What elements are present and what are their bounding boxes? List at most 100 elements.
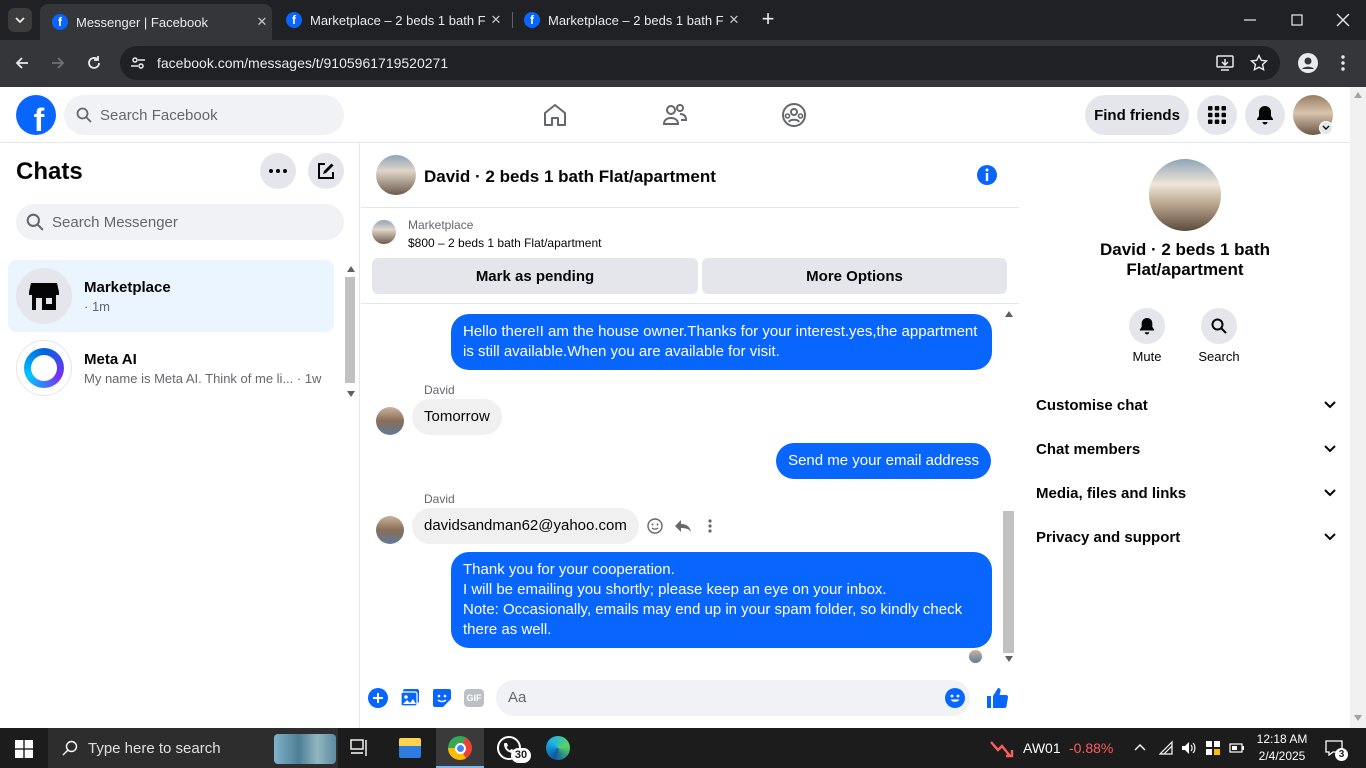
bookmark-star-icon[interactable] (1250, 54, 1268, 72)
add-attachment-icon[interactable] (368, 688, 388, 708)
notifications-button[interactable] (1245, 95, 1285, 135)
home-icon[interactable] (542, 103, 568, 127)
scroll-up-arrow-icon[interactable] (347, 266, 355, 272)
chat-preview: · 1m (84, 298, 110, 314)
chat-options-button[interactable] (260, 153, 296, 189)
groups-icon[interactable] (781, 102, 807, 128)
address-bar[interactable]: facebook.com/messages/t/9105961719520271 (120, 46, 1280, 80)
taskbar-chrome-active[interactable] (436, 728, 484, 768)
section-chat-members[interactable]: Chat members (1036, 427, 1336, 471)
reply-icon[interactable] (674, 518, 692, 534)
section-media-files-links[interactable]: Media, files and links (1036, 471, 1336, 515)
scroll-down-arrow-icon[interactable] (1005, 656, 1013, 662)
stock-name[interactable]: AW01 (1023, 740, 1061, 756)
tab-search-button[interactable] (8, 8, 32, 32)
tab-messenger[interactable]: f Messenger | Facebook ✕ (40, 4, 272, 40)
volume-icon[interactable] (1181, 740, 1197, 756)
sticker-icon[interactable] (432, 688, 452, 708)
find-friends-button[interactable]: Find friends (1085, 95, 1189, 135)
account-chevron[interactable] (1319, 121, 1333, 135)
more-options-button[interactable]: More Options (702, 258, 1007, 294)
messenger-search-input[interactable]: Search Messenger (16, 204, 344, 240)
edge-icon[interactable] (546, 736, 570, 760)
close-tab-icon[interactable]: ✕ (252, 14, 272, 30)
tab-marketplace-1[interactable]: f Marketplace – 2 beds 1 bath Fla ✕ (274, 0, 506, 40)
reload-icon[interactable] (86, 55, 102, 71)
site-info-icon[interactable] (130, 55, 146, 71)
network-icon[interactable] (1158, 740, 1174, 756)
listing-thumbnail[interactable] (372, 220, 396, 244)
facebook-favicon-icon: f (52, 14, 68, 30)
tab-marketplace-2[interactable]: f Marketplace – 2 beds 1 bath Fla ✕ (512, 0, 744, 40)
message-outgoing: Hello there!I am the house owner.Thanks … (451, 314, 992, 370)
new-message-button[interactable] (308, 153, 344, 189)
message-input[interactable]: Aa (496, 680, 970, 716)
mark-as-pending-button[interactable]: Mark as pending (372, 258, 698, 294)
details-avatar[interactable] (1149, 159, 1221, 231)
more-vertical-icon[interactable] (708, 519, 712, 533)
scroll-down-arrow-icon[interactable] (347, 391, 355, 397)
chat-preview: My name is Meta AI. Think of me li... · … (84, 370, 322, 386)
marketplace-avatar (16, 268, 72, 324)
compose-icon (318, 163, 334, 179)
close-window-icon[interactable] (1336, 13, 1350, 27)
gif-icon[interactable]: GIF (464, 689, 484, 707)
stock-change[interactable]: -0.88% (1069, 740, 1113, 756)
scroll-up-arrow-icon[interactable] (1005, 311, 1013, 317)
message-bubble[interactable]: Thank you for your cooperation. I will b… (451, 552, 992, 648)
search-in-chat-button[interactable]: Search (1194, 308, 1244, 364)
message-bubble[interactable]: davidsandman62@yahoo.com (412, 508, 639, 544)
close-tab-icon[interactable]: ✕ (486, 12, 506, 28)
message-bubble[interactable]: Send me your email address (776, 443, 991, 479)
section-customise-chat[interactable]: Customise chat (1036, 383, 1336, 427)
chat-item-marketplace[interactable]: Marketplace · 1m (8, 260, 334, 332)
sender-avatar[interactable] (376, 407, 404, 435)
section-privacy-support[interactable]: Privacy and support (1036, 515, 1336, 559)
browser-menu-icon[interactable] (1340, 54, 1346, 72)
facebook-logo[interactable]: f (16, 95, 56, 135)
message-bubble[interactable]: Tomorrow (412, 399, 502, 435)
install-app-icon[interactable] (1216, 55, 1234, 71)
message-scroll-thumb[interactable] (1003, 511, 1014, 653)
mute-button[interactable]: Mute (1122, 308, 1172, 364)
facebook-search-input[interactable]: Search Facebook (64, 95, 344, 135)
file-explorer-icon[interactable] (399, 738, 421, 758)
sidebar-scroll-thumb[interactable] (345, 277, 355, 383)
taskbar-search-box[interactable]: Type here to search (48, 728, 338, 768)
react-smiley-icon[interactable] (647, 518, 663, 534)
message-scrollbar[interactable] (1001, 305, 1017, 668)
scroll-up-arrow-icon[interactable] (1354, 92, 1362, 98)
chevron-up-icon[interactable] (1134, 743, 1146, 751)
page-scrollbar[interactable] (1350, 87, 1366, 728)
conversation-avatar[interactable] (376, 155, 416, 195)
emoji-icon[interactable] (945, 688, 965, 708)
info-icon[interactable] (976, 164, 998, 186)
menu-button[interactable] (1197, 95, 1237, 135)
like-thumb-icon[interactable] (986, 687, 1008, 709)
close-tab-icon[interactable]: ✕ (724, 12, 744, 28)
tab-title: Messenger | Facebook (76, 14, 208, 30)
new-tab-button[interactable]: + (758, 8, 778, 32)
friends-icon[interactable] (662, 103, 688, 127)
sender-avatar[interactable] (376, 516, 404, 544)
restore-icon[interactable] (1290, 14, 1304, 26)
security-icon[interactable] (1205, 740, 1221, 756)
listing-title[interactable]: $800 – 2 beds 1 bath Flat/apartment (408, 236, 601, 250)
conversation-title[interactable]: David · 2 beds 1 bath Flat/apartment (424, 167, 716, 187)
tab-title: Marketplace – 2 beds 1 bath Fla (310, 12, 486, 28)
scroll-down-arrow-icon[interactable] (1354, 715, 1362, 721)
chats-title: Chats (16, 158, 83, 185)
minimize-icon[interactable] (1243, 14, 1257, 26)
message-bubble[interactable]: Hello there!I am the house owner.Thanks … (451, 314, 992, 370)
profile-icon[interactable] (1298, 53, 1318, 73)
message-list: Hello there!I am the house owner.Thanks … (361, 305, 1001, 669)
photo-icon[interactable] (400, 688, 420, 708)
sidebar-scrollbar[interactable] (342, 261, 358, 401)
windows-start-icon[interactable] (15, 740, 33, 758)
clock[interactable]: 12:18 AM 2/4/2025 (1252, 731, 1312, 765)
back-icon[interactable] (14, 55, 30, 71)
battery-icon[interactable] (1229, 742, 1245, 754)
chat-item-meta-ai[interactable]: Meta AI My name is Meta AI. Think of me … (8, 332, 334, 404)
forward-icon[interactable] (50, 55, 66, 71)
task-view-icon[interactable] (350, 739, 370, 757)
